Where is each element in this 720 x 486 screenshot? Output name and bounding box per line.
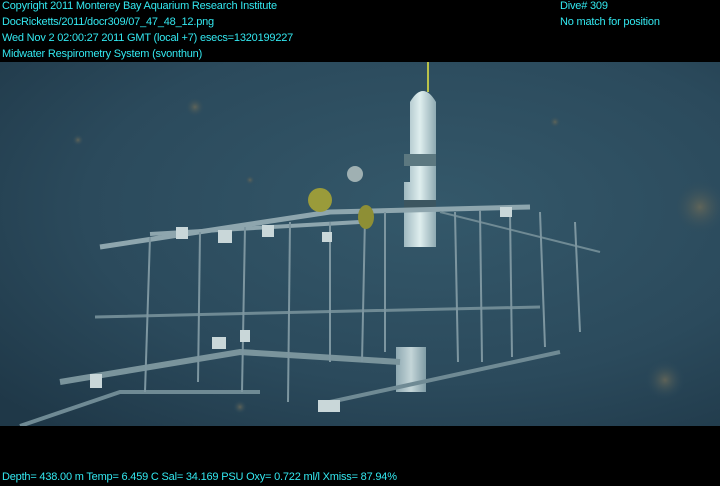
file-path-line: DocRicketts/2011/docr309/07_47_48_12.png [2, 16, 214, 28]
sensor-readout: Depth= 438.00 m Temp= 6.459 C Sal= 34.16… [2, 471, 397, 483]
copyright-line: Copyright 2011 Monterey Bay Aquarium Res… [2, 0, 277, 12]
underwater-photo [0, 62, 720, 426]
dive-number: Dive# 309 [560, 0, 608, 12]
header-info-left: Copyright 2011 Monterey Bay Aquarium Res… [2, 0, 293, 62]
header-info-right: Dive# 309 No match for position [560, 0, 660, 30]
project-line: Midwater Respirometry System (svonthun) [2, 48, 203, 60]
timestamp-line: Wed Nov 2 02:00:27 2011 GMT (local +7) e… [2, 32, 294, 44]
position-status: No match for position [560, 16, 660, 28]
